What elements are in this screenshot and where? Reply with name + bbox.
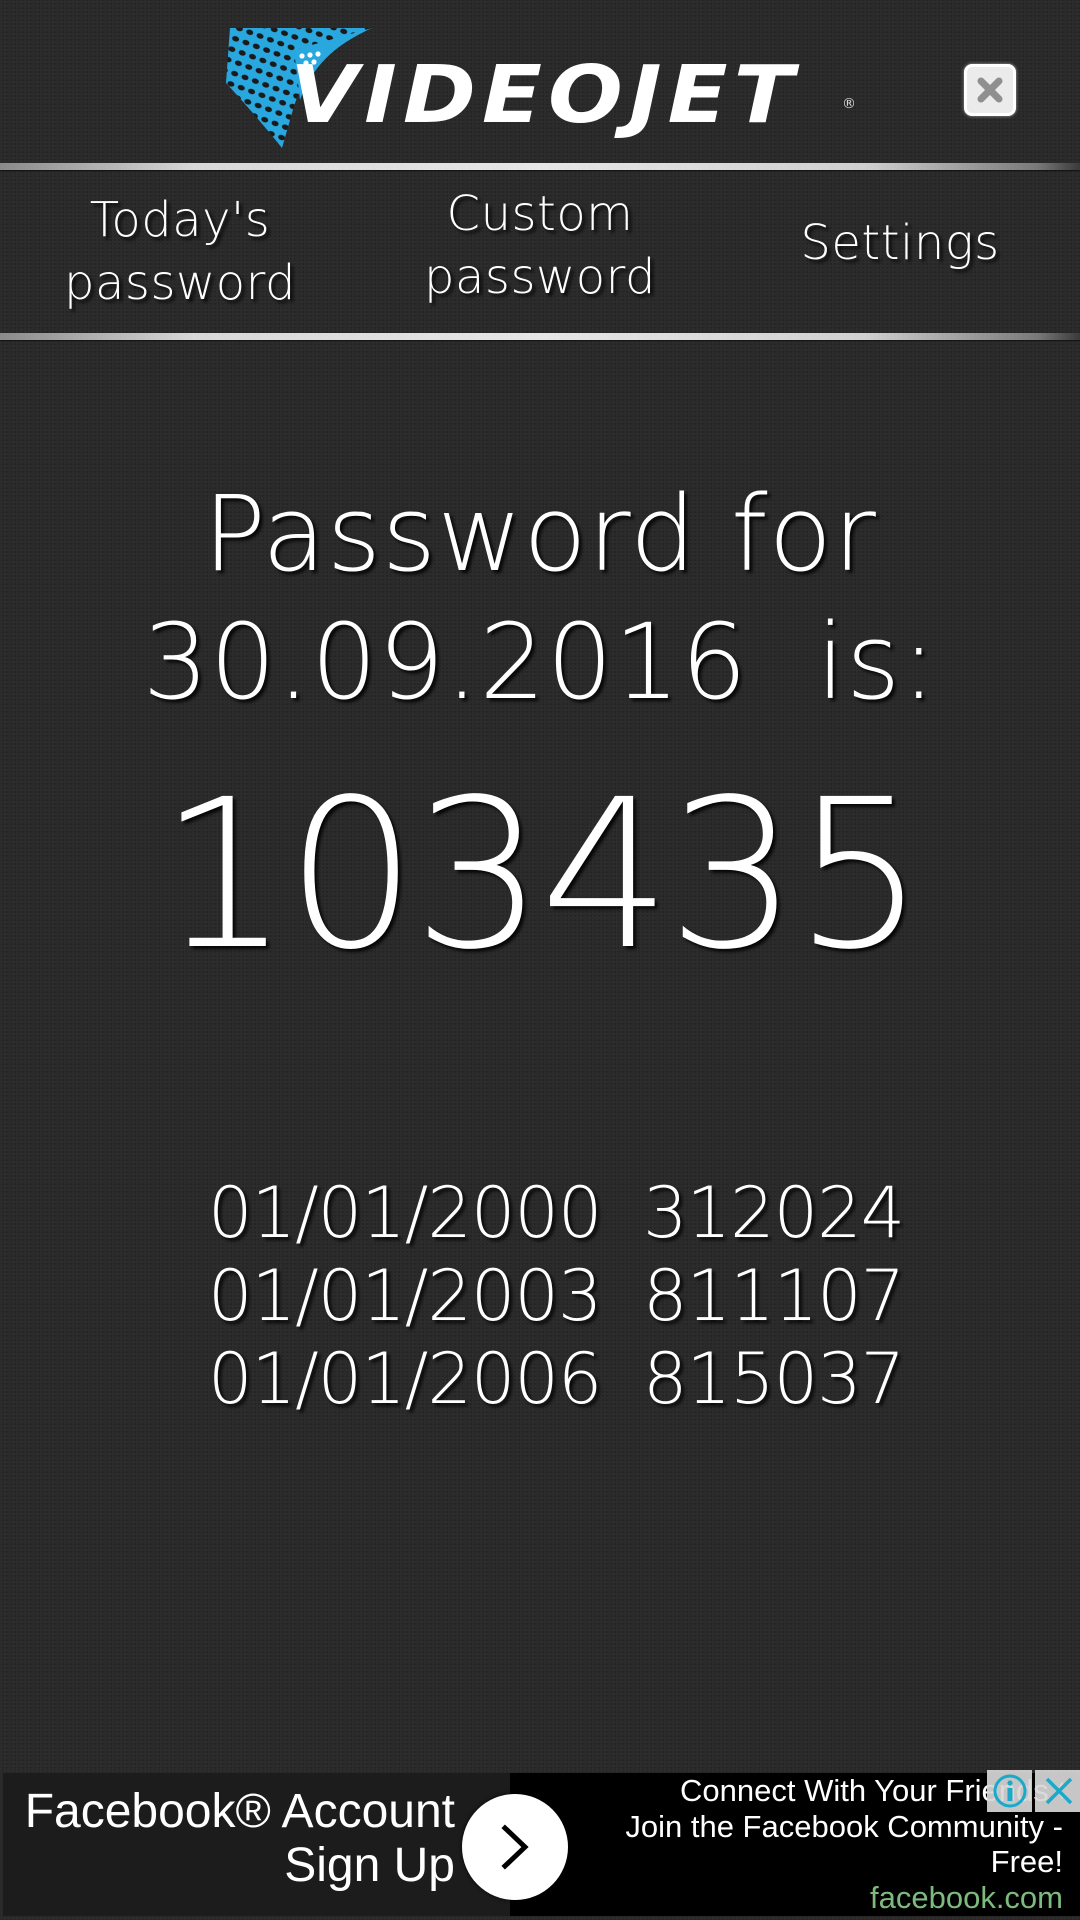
app-header: VIDEOJET ® — [0, 0, 1080, 163]
password-title: Password for 30.09.2016 is: — [0, 470, 1080, 726]
history-row: 01/01/2003 811107 — [208, 1255, 908, 1338]
tab-settings[interactable]: Settings — [720, 162, 1080, 325]
ad-domain-link[interactable]: facebook.com — [563, 1880, 1063, 1916]
history-code: 312024 — [643, 1172, 905, 1254]
tab-todays-password[interactable]: Today's password — [0, 170, 360, 333]
tabs-divider — [0, 333, 1080, 340]
tab-label-line1: Custom — [446, 185, 634, 242]
tab-label-line2: password — [424, 248, 656, 305]
ad-banner[interactable]: Facebook® Account Sign Up Connect With Y… — [0, 1770, 1080, 1916]
password-title-line1: Password for — [203, 473, 877, 595]
password-title-line2: 30.09.2016 is: — [142, 601, 938, 723]
history-date: 01/01/2006 — [208, 1338, 602, 1420]
tab-custom-password[interactable]: Custom password — [360, 164, 720, 327]
ad-headline-line2: Sign Up — [284, 1839, 455, 1892]
history-code: 815037 — [643, 1338, 905, 1420]
close-icon — [977, 77, 1003, 103]
registered-mark: ® — [842, 96, 856, 112]
close-button[interactable] — [964, 64, 1016, 116]
history-row: 01/01/2000 312024 — [208, 1172, 908, 1255]
tab-label-line1: Today's — [89, 191, 271, 248]
ad-headline-panel: Facebook® Account Sign Up — [3, 1773, 510, 1916]
history-date: 01/01/2003 — [208, 1255, 602, 1337]
tab-bar: Today's password Custom password Setting… — [0, 170, 1080, 333]
history-code: 811107 — [643, 1255, 905, 1337]
history-row: 01/01/2006 815037 — [208, 1338, 908, 1421]
password-value: 103435 — [158, 755, 925, 995]
tab-label-line2: password — [64, 254, 296, 311]
ad-cta-button[interactable] — [462, 1794, 568, 1900]
brand-name: VIDEOJET — [290, 48, 800, 141]
ad-headline: Facebook® Account Sign Up — [25, 1785, 455, 1893]
close-icon — [1045, 1777, 1073, 1805]
ad-headline-line1: Facebook® Account — [24, 1785, 455, 1838]
ad-desc-line2: Join the Facebook Community - — [625, 1808, 1063, 1844]
ad-close-button[interactable] — [1035, 1770, 1080, 1812]
info-icon — [993, 1774, 1026, 1808]
tab-label: Settings — [800, 215, 1000, 271]
history-date: 01/01/2000 — [208, 1172, 602, 1254]
password-history: 01/01/2000 312024 01/01/2003 811107 01/0… — [208, 1172, 908, 1421]
ad-info-button[interactable] — [987, 1770, 1032, 1812]
ad-desc-line3: Free! — [990, 1844, 1063, 1879]
chevron-right-icon — [501, 1824, 529, 1870]
videojet-logo: VIDEOJET ® — [222, 28, 862, 150]
